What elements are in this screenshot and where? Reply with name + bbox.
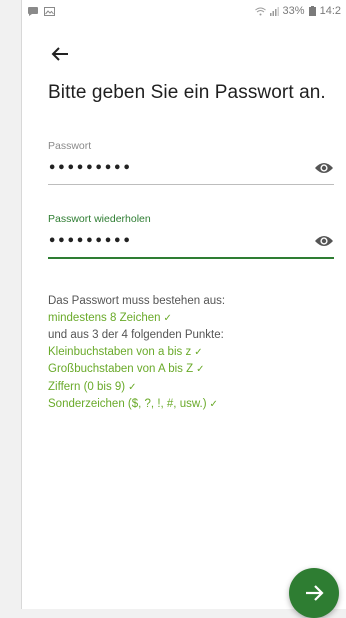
- requirement-special: Sonderzeichen ($, ?, !, #, usw.) ✓: [48, 396, 225, 414]
- check-icon: ✓: [163, 312, 172, 324]
- requirement-digits: Ziffern (0 bis 9) ✓: [48, 379, 225, 397]
- requirement-text: mindestens 8 Zeichen: [48, 311, 161, 324]
- password-input-row[interactable]: •••••••••: [48, 152, 334, 184]
- password-repeat-field[interactable]: Passwort wiederholen •••••••••: [48, 213, 334, 259]
- eye-icon[interactable]: [314, 234, 334, 248]
- signal-icon: [269, 6, 279, 16]
- requirement-text: Ziffern (0 bis 9): [48, 380, 126, 393]
- requirement-lowercase: Kleinbuchstaben von a bis z ✓: [48, 344, 225, 362]
- app-screen: 33% 14:2 Bitte geben Sie ein Passwort an…: [21, 0, 346, 609]
- requirement-uppercase: Großbuchstaben von A bis Z ✓: [48, 361, 225, 379]
- password-repeat-input-row[interactable]: •••••••••: [48, 225, 334, 257]
- status-left: [28, 6, 55, 16]
- requirement-text: Sonderzeichen ($, ?, !, #, usw.): [48, 398, 207, 410]
- password-field[interactable]: Passwort •••••••••: [48, 140, 334, 185]
- check-icon: ✓: [128, 381, 137, 393]
- battery-icon: [308, 6, 316, 16]
- requirement-min-length: mindestens 8 Zeichen ✓: [48, 310, 225, 328]
- password-label: Passwort: [48, 140, 92, 152]
- back-button[interactable]: [48, 44, 72, 68]
- message-notification-icon: [28, 6, 38, 16]
- password-requirements: Das Passwort muss bestehen aus: mindeste…: [48, 293, 225, 414]
- page-title: Bitte geben Sie ein Passwort an.: [48, 82, 326, 103]
- requirement-text: Kleinbuchstaben von a bis z: [48, 345, 192, 358]
- arrow-left-icon: [51, 46, 69, 67]
- arrow-right-icon: [304, 584, 324, 602]
- requirements-subtitle: und aus 3 der 4 folgenden Punkte:: [48, 329, 224, 341]
- status-bar: 33% 14:2: [22, 0, 346, 22]
- password-repeat-label: Passwort wiederholen: [48, 213, 151, 225]
- password-underline: [48, 184, 334, 185]
- wifi-icon: [254, 7, 266, 16]
- password-repeat-underline: [48, 257, 334, 259]
- password-input[interactable]: •••••••••: [48, 161, 132, 176]
- requirements-intro: Das Passwort muss bestehen aus:: [48, 295, 226, 307]
- next-button[interactable]: [289, 568, 339, 618]
- check-icon: ✓: [194, 346, 203, 358]
- eye-icon[interactable]: [314, 161, 334, 175]
- check-icon: ✓: [209, 399, 218, 410]
- password-repeat-input[interactable]: •••••••••: [48, 234, 132, 249]
- battery-percent: 33%: [282, 5, 305, 17]
- clock: 14:2: [319, 5, 341, 17]
- image-notification-icon: [44, 6, 55, 16]
- status-right: 33% 14:2: [254, 5, 341, 17]
- check-icon: ✓: [196, 364, 205, 375]
- requirement-text: Großbuchstaben von A bis Z: [48, 363, 194, 375]
